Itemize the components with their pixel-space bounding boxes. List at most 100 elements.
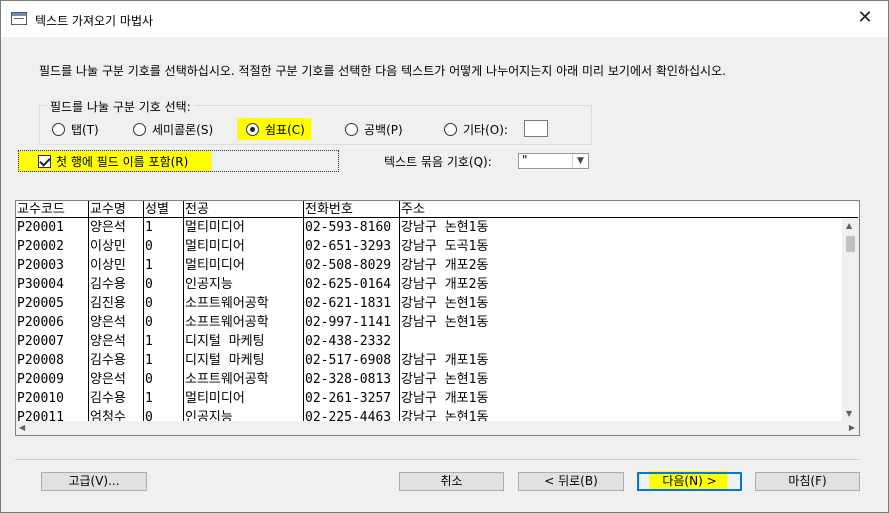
table-cell: 강남구 논현1동 — [401, 372, 489, 387]
finish-button-label: 마침(F) — [788, 474, 827, 488]
title-bar: 텍스트 가져오기 마법사 ✕ — [1, 1, 888, 37]
table-cell: 02-517-6908 — [305, 353, 392, 368]
table-cell: 02-621-1831 — [305, 296, 392, 311]
first-row-checkbox-box[interactable] — [38, 155, 51, 168]
radio-space[interactable]: 공백(P) — [345, 121, 403, 137]
table-cell: 강남구 개포2동 — [401, 258, 489, 273]
table-cell: 02-625-0164 — [305, 277, 392, 292]
table-cell: 인공지능 — [185, 277, 233, 292]
radio-tab-label: 탭(T) — [71, 122, 99, 137]
chevron-down-icon[interactable]: ▼ — [572, 154, 588, 168]
table-cell: 강남구 논현1동 — [401, 315, 489, 330]
text-qualifier-select[interactable]: " ▼ — [518, 153, 589, 169]
table-cell: 멀티미디어 — [185, 220, 245, 235]
finish-button[interactable]: 마침(F) — [755, 472, 860, 491]
table-cell: P20011 — [17, 410, 64, 421]
table-cell: 강남구 개포2동 — [401, 277, 489, 292]
column-divider[interactable] — [143, 201, 144, 421]
table-cell — [400, 334, 840, 352]
radio-tab[interactable]: 탭(T) — [52, 121, 99, 137]
back-button[interactable]: < 뒤로(B) — [518, 472, 624, 491]
table-cell: 디지털 마케팅 — [185, 334, 265, 349]
table-cell: 02-328-0813 — [305, 372, 392, 387]
table-cell: 0 — [145, 315, 153, 330]
vertical-scrollbar[interactable]: ▲ ▼ — [842, 218, 859, 421]
table-cell: 멀티미디어 — [185, 239, 245, 254]
table-cell: 인공지능 — [185, 410, 233, 421]
table-cell: 강남구 도곡1동 — [401, 239, 489, 254]
preview-pane[interactable]: 교수코드 교수명 성별 전공 전화번호 주소 P20001 양은석 1 멀티미디어 02… — [15, 200, 860, 436]
other-delimiter-input[interactable] — [524, 120, 548, 137]
preview-grid: 교수코드 교수명 성별 전공 전화번호 주소 P20001 양은석 1 멀티미디어 02… — [16, 201, 858, 421]
radio-semicolon-circle[interactable] — [133, 122, 146, 136]
first-row-field-names-checkbox[interactable]: 첫 행에 필드 이름 포함(R) — [38, 153, 188, 170]
table-cell: 양은석 — [90, 372, 126, 387]
text-qualifier-value: " — [522, 153, 528, 167]
table-cell: 이상민 — [90, 239, 126, 254]
close-button[interactable]: ✕ — [850, 7, 880, 31]
radio-comma[interactable]: 쉼표(C) — [246, 121, 305, 137]
scroll-right-arrow-icon[interactable]: ▶ — [849, 423, 855, 432]
table-cell: 소프트웨어공학 — [185, 296, 269, 311]
column-divider[interactable] — [183, 201, 184, 421]
window-title: 텍스트 가져오기 마법사 — [35, 14, 154, 28]
table-cell: 02-593-8160 — [305, 220, 392, 235]
scroll-left-arrow-icon[interactable]: ◀ — [19, 423, 25, 432]
radio-other-circle[interactable] — [444, 122, 457, 136]
column-divider[interactable] — [399, 201, 400, 421]
scroll-up-arrow-icon[interactable]: ▲ — [846, 221, 852, 230]
table-cell: 0 — [145, 296, 153, 311]
column-divider[interactable] — [88, 201, 89, 421]
table-cell: 강남구 논현1동 — [401, 296, 489, 311]
cancel-button-label: 취소 — [440, 474, 463, 488]
instruction-text: 필드를 나눌 구분 기호를 선택하십시오. 적절한 구분 기호를 선택한 다음 … — [39, 64, 726, 78]
cancel-button[interactable]: 취소 — [399, 472, 504, 491]
horizontal-scrollbar[interactable]: ◀ ▶ — [16, 421, 859, 435]
table-cell: 멀티미디어 — [185, 391, 245, 406]
table-cell: 0 — [145, 410, 153, 421]
table-cell: P20006 — [17, 315, 64, 330]
table-cell: 김수용 — [90, 353, 126, 368]
table-cell: 김진용 — [90, 296, 126, 311]
next-button[interactable]: 다음(N) > — [637, 472, 742, 491]
next-button-label: 다음(N) > — [662, 474, 717, 488]
table-cell: 1 — [145, 353, 153, 368]
table-cell: 0 — [145, 277, 153, 292]
table-cell: 김수용 — [90, 391, 126, 406]
scroll-down-arrow-icon[interactable]: ▼ — [846, 409, 852, 418]
table-cell: P20003 — [17, 258, 64, 273]
wizard-app-icon — [11, 12, 27, 25]
radio-other[interactable]: 기타(O): — [444, 121, 508, 137]
table-cell: 이상민 — [90, 258, 126, 273]
back-button-label: < 뒤로(B) — [544, 474, 598, 488]
table-cell: 디지털 마케팅 — [185, 353, 265, 368]
table-cell: 강남구 개포1동 — [401, 391, 489, 406]
radio-semicolon[interactable]: 세미콜론(S) — [133, 121, 213, 137]
table-cell: 소프트웨어공학 — [185, 315, 269, 330]
table-cell: P20008 — [17, 353, 64, 368]
table-cell: 02-651-3293 — [305, 239, 392, 254]
table-cell: 양은석 — [90, 315, 126, 330]
table-cell: P30004 — [17, 277, 64, 292]
radio-space-label: 공백(P) — [364, 122, 403, 137]
table-cell: 멀티미디어 — [185, 258, 245, 273]
vertical-scroll-thumb[interactable] — [846, 236, 855, 252]
table-cell: P20009 — [17, 372, 64, 387]
table-cell: P20002 — [17, 239, 64, 254]
column-divider[interactable] — [303, 201, 304, 421]
table-cell: 엄청수 — [90, 410, 126, 421]
table-cell: 소프트웨어공학 — [185, 372, 269, 387]
advanced-button[interactable]: 고급(V)... — [41, 472, 147, 491]
radio-other-label: 기타(O): — [463, 122, 508, 137]
table-cell: 1 — [145, 391, 153, 406]
table-cell: 02-225-4463 — [305, 410, 392, 421]
table-cell: P20010 — [17, 391, 64, 406]
radio-tab-circle[interactable] — [52, 122, 65, 136]
advanced-button-label: 고급(V)... — [68, 474, 120, 488]
table-cell: 02-438-2332 — [305, 334, 392, 349]
first-row-checkbox-label: 첫 행에 필드 이름 포함(R) — [56, 155, 189, 169]
radio-comma-circle[interactable] — [246, 122, 259, 136]
button-separator — [15, 459, 860, 460]
radio-space-circle[interactable] — [345, 122, 358, 136]
text-import-wizard-window: 텍스트 가져오기 마법사 ✕ 필드를 나눌 구분 기호를 선택하십시오. 적절한… — [0, 0, 889, 513]
